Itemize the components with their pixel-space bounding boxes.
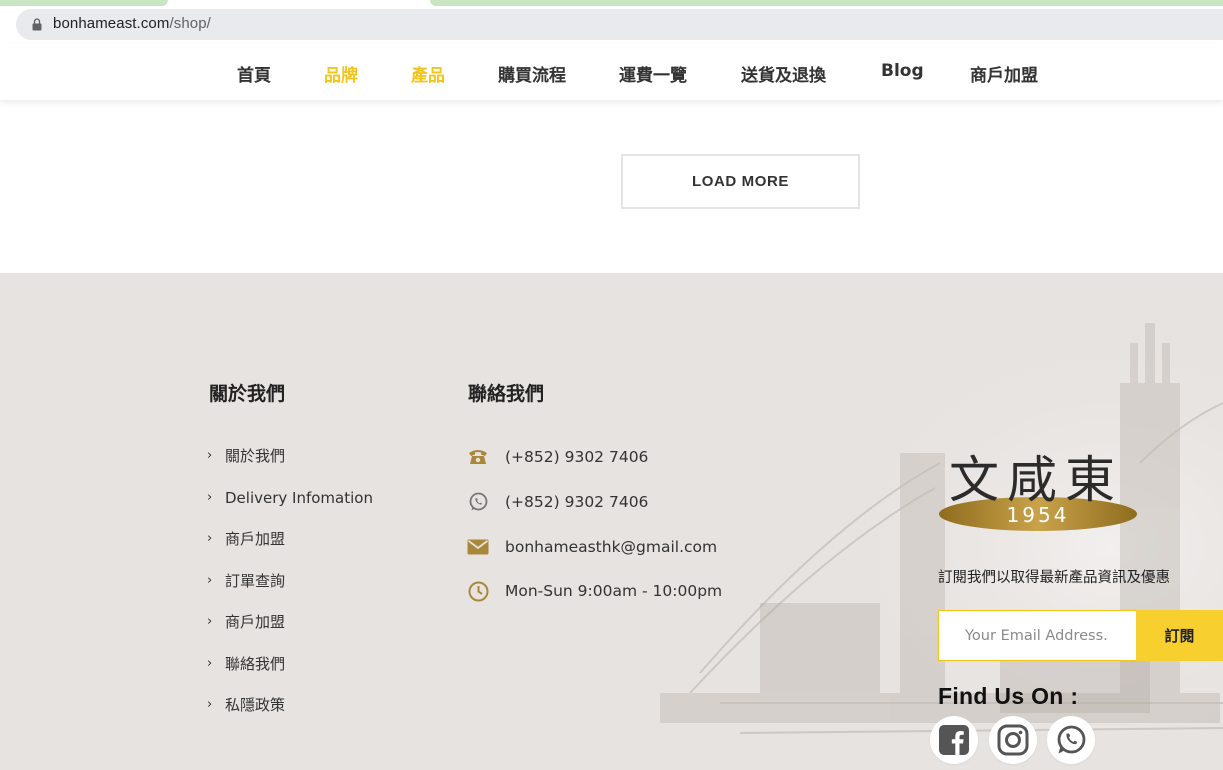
about-column-title: 關於我們	[209, 383, 286, 405]
about-link-label: Delivery Infomation	[225, 488, 373, 507]
chevron-right-icon: ›	[207, 572, 213, 588]
phone-icon	[467, 446, 489, 468]
load-more-button[interactable]: LOAD MORE	[621, 154, 860, 209]
about-link[interactable]: › 聯絡我們	[207, 654, 373, 696]
main-navigation: 首頁 品牌 產品 購買流程 運費一覽 送貨及退換 Blog 商戶加盟	[0, 44, 1223, 100]
browser-tab-strip	[0, 0, 1223, 6]
about-link[interactable]: › 商戶加盟	[207, 529, 373, 571]
chevron-right-icon: ›	[207, 531, 213, 546]
about-link-label: 商戶加盟	[225, 613, 286, 631]
instagram-link[interactable]	[989, 716, 1037, 764]
about-link-label: 商戶加盟	[225, 530, 286, 548]
clock-icon	[467, 580, 489, 602]
whatsapp-link[interactable]	[1047, 716, 1095, 764]
contact-phone-text: (+852) 9302 7406	[505, 448, 649, 466]
nav-delivery-returns[interactable]: 送貨及退換	[741, 61, 826, 86]
instagram-icon	[997, 724, 1029, 756]
contact-email[interactable]: bonhameasthk@gmail.com	[467, 536, 717, 558]
nav-merchant-join[interactable]: 商戶加盟	[970, 61, 1038, 86]
chevron-right-icon: ›	[207, 614, 213, 629]
url-domain: bonhameast.com	[53, 15, 170, 32]
contact-whatsapp[interactable]: (+852) 9302 7406	[467, 491, 648, 513]
logo-chinese-text: 文咸東	[949, 451, 1123, 509]
address-bar[interactable]: bonhameast.com/shop/	[16, 9, 1223, 40]
about-link[interactable]: › Delivery Infomation	[207, 488, 373, 530]
chevron-right-icon: ›	[207, 448, 213, 463]
about-link[interactable]: › 商戶加盟	[207, 612, 373, 654]
chevron-right-icon: ›	[207, 655, 213, 671]
contact-hours: Mon-Sun 9:00am - 10:00pm	[467, 580, 722, 602]
nav-purchase-process[interactable]: 購買流程	[498, 61, 566, 86]
brand-logo[interactable]: 文咸東 1954	[936, 443, 1140, 533]
facebook-icon	[939, 725, 969, 755]
nav-shipping-rates[interactable]: 運費一覽	[619, 61, 687, 86]
site-footer: 關於我們 › 關於我們 › Delivery Infomation › 商戶加盟 › 訂…	[0, 273, 1223, 770]
about-link[interactable]: › 關於我們	[207, 446, 373, 488]
nav-products[interactable]: 產品	[411, 61, 445, 86]
nav-blog[interactable]: Blog	[881, 61, 924, 81]
about-link-label: 關於我們	[225, 447, 286, 465]
about-link-label: 聯絡我們	[225, 654, 286, 673]
whatsapp-icon	[467, 491, 489, 513]
find-us-heading: Find Us On :	[938, 683, 1079, 709]
about-link[interactable]: › 訂單查詢	[207, 571, 373, 613]
nav-brands[interactable]: 品牌	[324, 61, 358, 86]
whatsapp-icon	[1057, 725, 1086, 754]
logo-year-text: 1954	[1007, 503, 1070, 527]
contact-whatsapp-text: (+852) 9302 7406	[505, 493, 649, 511]
contact-hours-text: Mon-Sun 9:00am - 10:00pm	[505, 582, 723, 600]
about-links-list: › 關於我們 › Delivery Infomation › 商戶加盟 › 訂單查詢 ›…	[207, 446, 373, 737]
nav-home[interactable]: 首頁	[237, 61, 271, 86]
chevron-right-icon: ›	[207, 697, 213, 712]
chevron-right-icon: ›	[207, 489, 213, 505]
url-path: /shop/	[169, 15, 211, 32]
about-link-label: 訂單查詢	[225, 571, 286, 590]
contact-column-title: 聯絡我們	[468, 383, 545, 405]
subscribe-description: 訂閱我們以取得最新產品資訊及優惠	[938, 570, 1170, 586]
about-link[interactable]: › 私隱政策	[207, 695, 373, 737]
subscribe-button[interactable]: 訂閱	[1136, 610, 1223, 661]
email-input[interactable]: Your Email Address.	[938, 610, 1136, 661]
about-link-label: 私隱政策	[225, 696, 286, 714]
facebook-link[interactable]	[930, 716, 978, 764]
contact-phone[interactable]: (+852) 9302 7406	[467, 446, 648, 468]
lock-icon	[32, 18, 42, 31]
browser-tab[interactable]	[430, 0, 1223, 6]
address-url[interactable]: bonhameast.com/shop/	[53, 15, 211, 32]
browser-tab[interactable]	[0, 0, 168, 6]
email-icon	[467, 536, 489, 558]
contact-email-text: bonhameasthk@gmail.com	[505, 538, 718, 556]
